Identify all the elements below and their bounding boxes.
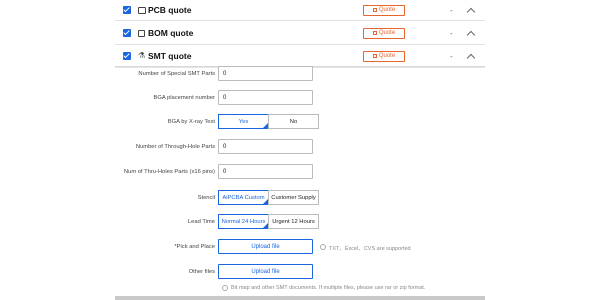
collapse-dash: - <box>450 51 453 61</box>
collapse-dash: - <box>450 5 453 15</box>
lead-time-normal[interactable]: Normal 24 Hours <box>218 214 269 229</box>
bga-placement-label: BGA placement number <box>153 95 215 101</box>
thru-pins-input[interactable]: 0 <box>218 164 313 179</box>
bga-xray-no[interactable]: No <box>268 114 319 129</box>
info-circle-icon <box>320 244 326 250</box>
bga-placement-input[interactable]: 0 <box>218 90 313 105</box>
pcb-quote-row[interactable]: PCB quote Quote - <box>115 0 485 21</box>
other-files-upload-button[interactable]: Upload file <box>218 264 313 279</box>
pcb-quote-button[interactable]: Quote <box>363 4 405 16</box>
chevron-up-icon[interactable] <box>466 53 476 62</box>
pcb-board-icon <box>138 6 146 14</box>
thru-pins-row: Num of Thru-Holes Parts (x16 pins) 0 <box>115 164 485 180</box>
stencil-label: Stencil <box>197 195 215 201</box>
microscope-icon: ⚗ <box>138 51 146 60</box>
smt-quote-row[interactable]: ⚗ SMT quote Quote - <box>115 45 485 67</box>
special-smt-input[interactable]: 0 <box>218 66 313 81</box>
lead-time-label: Lead Time <box>187 219 215 225</box>
stencil-aipcba-custom[interactable]: AiPCBA Custom <box>218 190 269 205</box>
bom-quote-label: BOM quote <box>148 28 194 38</box>
pcb-quote-checkbox[interactable] <box>123 6 131 14</box>
smt-quote-checkbox[interactable] <box>123 52 131 60</box>
smt-quote-button[interactable]: Quote <box>363 50 405 62</box>
pcb-quote-label: PCB quote <box>148 5 192 15</box>
other-files-label: Other files <box>188 269 215 275</box>
stencil-toggle: AiPCBA Custom Customer Supply <box>218 190 319 205</box>
through-hole-row: Number of Through-Hole Parts 0 <box>115 139 485 155</box>
through-hole-label: Number of Through-Hole Parts <box>135 144 215 150</box>
quote-icon <box>372 54 377 58</box>
collapse-dash: - <box>450 28 453 38</box>
checkbox-outline-icon <box>138 29 145 37</box>
bga-placement-row: BGA placement number 0 <box>115 90 485 106</box>
quote-icon <box>372 31 377 35</box>
pick-place-row: *Pick and Place Upload file TXT、Excel、CV… <box>115 239 485 255</box>
through-hole-input[interactable]: 0 <box>218 139 313 154</box>
chevron-up-icon[interactable] <box>466 30 476 39</box>
chevron-up-icon[interactable] <box>466 7 476 16</box>
other-files-note-row: Bit map and other SMT documents. If mult… <box>115 283 485 293</box>
other-files-note: Bit map and other SMT documents. If mult… <box>231 285 426 291</box>
thru-pins-label: Num of Thru-Holes Parts (x16 pins) <box>123 169 215 175</box>
stencil-customer-supply[interactable]: Customer Supply <box>268 190 319 205</box>
special-smt-label: Number of Special SMT Parts <box>138 71 215 77</box>
divider <box>115 20 485 21</box>
info-circle-icon <box>222 285 228 291</box>
bga-xray-label: BGA by X-ray Test <box>167 119 215 125</box>
special-smt-row: Number of Special SMT Parts 0 <box>115 66 485 82</box>
lead-time-row: Lead Time Normal 24 Hours Urgent 12 Hour… <box>115 214 485 230</box>
bom-quote-button[interactable]: Quote <box>363 27 405 39</box>
other-files-row: Other files Upload file <box>115 264 485 280</box>
bga-xray-row: BGA by X-ray Test Yes No <box>115 114 485 130</box>
bom-quote-row[interactable]: BOM quote Quote - <box>115 22 485 45</box>
pick-place-label: *Pick and Place <box>174 244 215 250</box>
pick-place-note: TXT、Excel、CVS are supported <box>329 246 411 252</box>
scrollbar[interactable] <box>115 296 485 300</box>
bga-xray-toggle: Yes No <box>218 114 319 129</box>
lead-time-toggle: Normal 24 Hours Urgent 12 Hours <box>218 214 319 229</box>
quote-icon <box>372 8 377 12</box>
bom-quote-checkbox[interactable] <box>123 29 131 37</box>
pick-place-upload-button[interactable]: Upload file <box>218 239 313 254</box>
bga-xray-yes[interactable]: Yes <box>218 114 269 129</box>
lead-time-urgent[interactable]: Urgent 12 Hours <box>268 214 319 229</box>
smt-quote-label: SMT quote <box>148 51 192 61</box>
stencil-row: Stencil AiPCBA Custom Customer Supply <box>115 190 485 206</box>
